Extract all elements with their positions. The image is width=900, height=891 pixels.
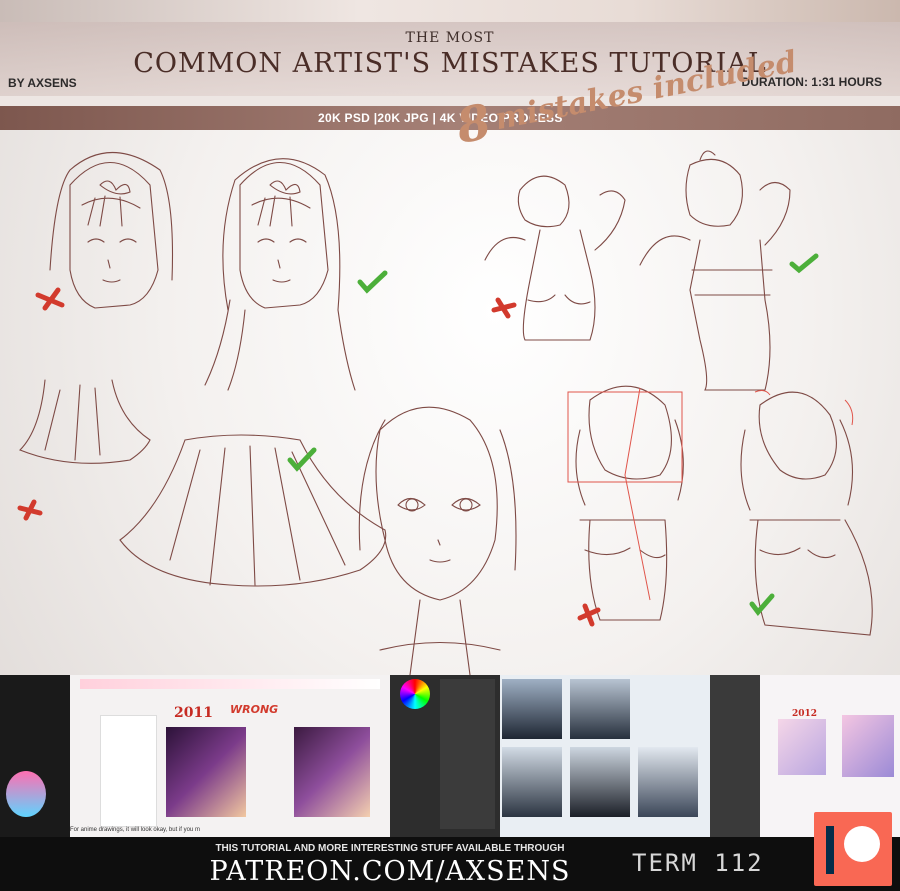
sketches-svg [17, 150, 873, 675]
term-label: TERM 112 [632, 849, 764, 877]
poster: THE MOST COMMON ARTIST'S MISTAKES TUTORI… [0, 0, 900, 891]
patreon-logo-icon[interactable] [814, 812, 892, 886]
screenshot-mascot [0, 675, 70, 837]
painting-2011-b [294, 727, 370, 817]
caption-text: For anime drawings, it will look okay, b… [70, 827, 200, 833]
process-screenshots: 2011 WRONG For anime drawings, it will l… [0, 675, 900, 837]
screenshot-wrong-2011: 2011 WRONG For anime drawings, it will l… [70, 675, 390, 837]
screenshot-colorwheel [390, 675, 500, 837]
sketch-head-wrong [49, 152, 174, 309]
header-separator [0, 96, 900, 106]
thumb-5 [638, 747, 698, 817]
screenshot-panel [710, 675, 760, 837]
sketch-wavy-wrong [575, 385, 684, 621]
sketch-area [0, 130, 900, 675]
thumb-1 [502, 679, 562, 739]
thumb-3 [502, 747, 562, 817]
year-2011: 2011 [174, 705, 213, 721]
sketch-wavy-right [740, 391, 873, 636]
mascot-avatar [6, 771, 46, 817]
painting-2012-b [842, 715, 894, 777]
sketch-anime-face [358, 406, 517, 675]
patreon-logo-circle [844, 826, 880, 862]
sketch-head-right [204, 158, 356, 391]
painting-2011-a [166, 727, 246, 817]
right-marks [287, 253, 819, 616]
layers-panel [440, 679, 495, 829]
sketch-skirt-wrong [19, 379, 151, 464]
author-label: BY AXSENS [8, 76, 77, 90]
header-top-gradient [0, 0, 900, 22]
screenshot-snow-paintings [500, 675, 710, 837]
wrong-label: WRONG [230, 703, 279, 716]
sketch-skirt-right [119, 434, 387, 587]
sketch-thumbnail [100, 715, 157, 827]
sketch-torso-right [639, 150, 791, 391]
color-wheel-icon [400, 679, 430, 709]
patreon-logo-bar [826, 826, 834, 874]
pink-header [80, 679, 380, 689]
thumb-2 [570, 679, 630, 739]
year-2012: 2012 [792, 709, 818, 719]
guide-lines [567, 387, 854, 601]
thumb-4 [570, 747, 630, 817]
painting-2012-a [778, 719, 826, 775]
